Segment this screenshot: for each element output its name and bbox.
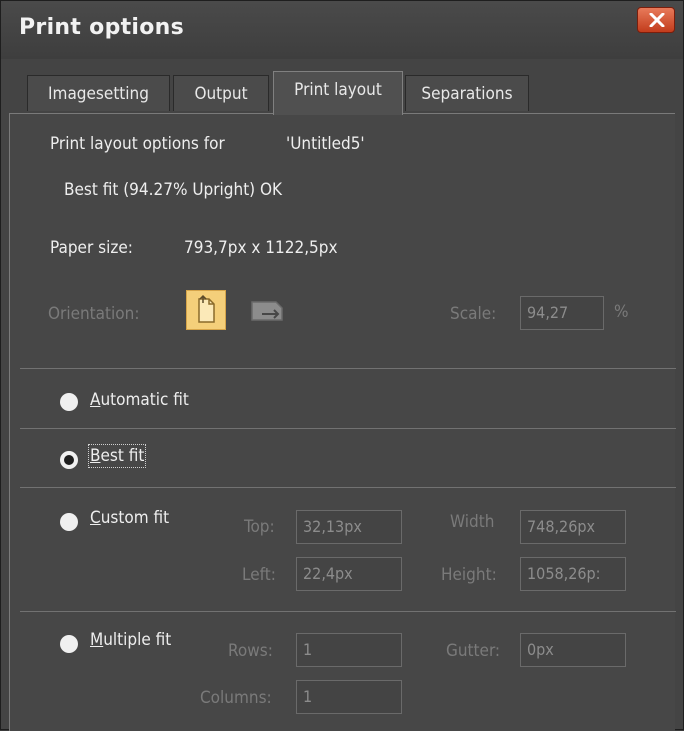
width-field[interactable]: 748,26px <box>520 510 626 544</box>
dialog-title: Print options <box>19 15 185 40</box>
top-field[interactable]: 32,13px <box>296 510 402 544</box>
title-bar[interactable]: Print options <box>1 1 683 59</box>
multiple-fit-label-rest: ultiple fit <box>103 630 172 650</box>
divider <box>20 428 676 429</box>
custom-fit-label-rest: ustom fit <box>100 508 170 528</box>
close-icon <box>649 13 665 27</box>
options-for-label: Print layout options for <box>50 134 225 154</box>
top-label: Top: <box>244 517 275 537</box>
left-field[interactable]: 22,4px <box>296 557 402 591</box>
automatic-fit-label[interactable]: Automatic fit <box>90 390 189 410</box>
divider <box>20 487 676 488</box>
automatic-fit-accesskey: A <box>90 390 101 410</box>
height-label: Height: <box>441 565 497 585</box>
scale-label: Scale: <box>450 304 497 324</box>
best-fit-label[interactable]: Best fit <box>87 444 147 468</box>
paper-size-value: 793,7px x 1122,5px <box>184 238 338 258</box>
document-name: 'Untitled5' <box>286 134 365 154</box>
automatic-fit-radio[interactable] <box>60 393 78 411</box>
best-fit-accesskey: B <box>90 446 101 466</box>
portrait-page-icon <box>198 294 215 323</box>
custom-fit-label[interactable]: Custom fit <box>90 508 169 528</box>
multiple-fit-radio[interactable] <box>60 635 78 653</box>
divider <box>20 611 676 612</box>
best-fit-label-rest: est fit <box>100 446 145 466</box>
landscape-page-icon <box>251 301 283 321</box>
print-layout-panel: Print layout options for 'Untitled5' Bes… <box>9 113 676 731</box>
rows-field[interactable]: 1 <box>296 633 402 667</box>
gutter-label: Gutter: <box>446 641 501 661</box>
height-field[interactable]: 1058,26p: <box>520 557 626 591</box>
orientation-label: Orientation: <box>48 304 140 324</box>
multiple-fit-accesskey: M <box>90 630 104 650</box>
multiple-fit-label[interactable]: Multiple fit <box>90 630 171 650</box>
paper-size-label: Paper size: <box>50 238 133 258</box>
best-fit-radio[interactable] <box>60 451 78 469</box>
tab-print-layout[interactable]: Print layout <box>273 71 403 115</box>
tab-output[interactable]: Output <box>173 75 269 111</box>
scale-unit: % <box>614 302 629 322</box>
custom-fit-radio[interactable] <box>60 513 78 531</box>
left-label: Left: <box>242 565 276 585</box>
columns-field[interactable]: 1 <box>296 680 402 714</box>
scale-field[interactable]: 94,27 <box>520 296 604 330</box>
close-button[interactable] <box>637 7 675 33</box>
custom-fit-accesskey: C <box>90 508 101 528</box>
landscape-orientation-button[interactable] <box>248 292 288 332</box>
tab-separations[interactable]: Separations <box>405 75 529 111</box>
print-options-dialog: Print options Imagesetting Output Print … <box>0 0 684 731</box>
columns-label: Columns: <box>200 688 272 708</box>
rows-label: Rows: <box>228 641 273 661</box>
width-label: Width <box>450 512 495 532</box>
fit-status-text: Best fit (94.27% Upright) OK <box>64 180 283 200</box>
gutter-field[interactable]: 0px <box>520 633 626 667</box>
automatic-fit-label-rest: utomatic fit <box>100 390 189 410</box>
portrait-orientation-button[interactable] <box>186 290 226 330</box>
tab-imagesetting[interactable]: Imagesetting <box>27 75 170 111</box>
divider <box>20 368 676 369</box>
